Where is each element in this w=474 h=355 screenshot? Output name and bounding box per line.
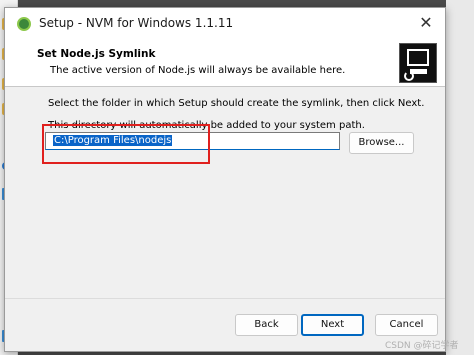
- nvm-app-icon: [17, 17, 31, 31]
- close-icon: ✕: [419, 13, 433, 32]
- close-button[interactable]: ✕: [413, 11, 439, 35]
- wizard-header: Set Node.js Symlink The active version o…: [5, 39, 445, 87]
- back-button[interactable]: Back: [235, 314, 298, 336]
- page-subtitle: The active version of Node.js will alway…: [50, 65, 346, 76]
- footer-divider: [5, 298, 445, 299]
- next-button[interactable]: Next: [301, 314, 364, 336]
- title-bar[interactable]: Setup - NVM for Windows 1.1.11 ✕: [5, 8, 445, 39]
- window-title: Setup - NVM for Windows 1.1.11: [39, 16, 234, 30]
- computer-logo-icon: [399, 43, 437, 83]
- annotation-highlight-box: [42, 124, 210, 164]
- setup-dialog: Setup - NVM for Windows 1.1.11 ✕ Set Nod…: [4, 7, 446, 352]
- instruction-text: Select the folder in which Setup should …: [48, 98, 425, 109]
- screenshot-root: Setup - NVM for Windows 1.1.11 ✕ Set Nod…: [0, 0, 474, 355]
- page-title: Set Node.js Symlink: [37, 48, 156, 60]
- cancel-button[interactable]: Cancel: [375, 314, 438, 336]
- browse-button[interactable]: Browse...: [349, 132, 414, 154]
- background-window-edge: [446, 0, 474, 355]
- watermark-text: CSDN @碎记学者: [385, 341, 459, 351]
